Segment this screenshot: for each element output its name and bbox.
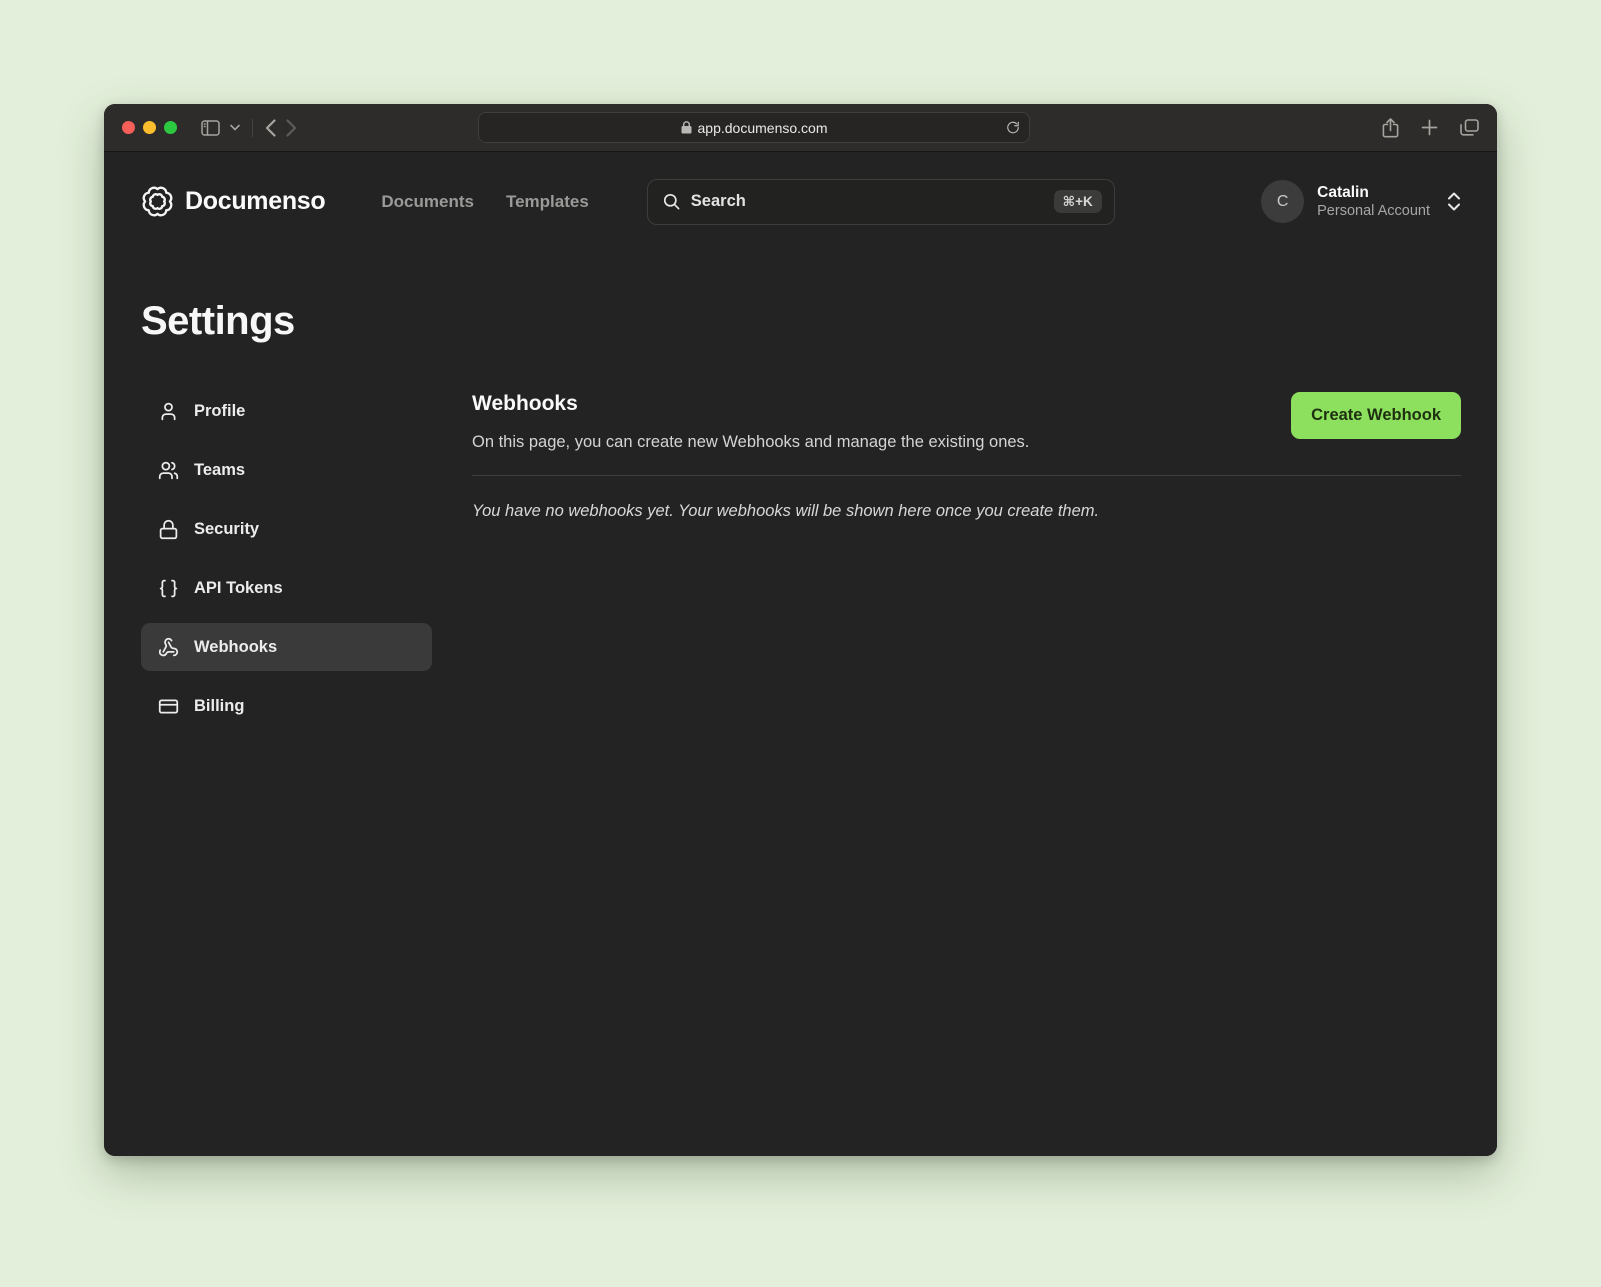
sidebar-item-label: Billing (194, 697, 244, 716)
webhooks-empty-state: You have no webhooks yet. Your webhooks … (472, 502, 1461, 521)
titlebar-right-actions (1382, 118, 1479, 138)
webhook-icon (158, 637, 179, 658)
webhooks-title: Webhooks (472, 392, 1029, 416)
sidebar-item-profile[interactable]: Profile (141, 387, 432, 435)
sidebar-item-label: Webhooks (194, 638, 277, 657)
app-header: Documenso Documents Templates ⌘+K C Cata… (141, 152, 1461, 251)
credit-card-icon (158, 696, 179, 717)
nav-templates[interactable]: Templates (506, 192, 589, 212)
sidebar-toggle-icon[interactable] (201, 120, 220, 136)
webhooks-panel: Webhooks On this page, you can create ne… (472, 387, 1461, 730)
titlebar-divider (252, 119, 253, 137)
sidebar-item-api-tokens[interactable]: API Tokens (141, 564, 432, 612)
account-menu[interactable]: C Catalin Personal Account (1261, 180, 1461, 223)
nav-documents[interactable]: Documents (381, 192, 474, 212)
address-bar[interactable]: app.documenso.com (478, 112, 1030, 143)
lock-icon (681, 121, 692, 134)
window-controls (122, 121, 177, 134)
brand-name: Documenso (185, 187, 325, 216)
search-icon (662, 192, 681, 211)
app-root: Documenso Documents Templates ⌘+K C Cata… (104, 152, 1497, 1156)
zoom-window-button[interactable] (164, 121, 177, 134)
sidebar-item-label: Profile (194, 402, 245, 421)
reload-icon[interactable] (1006, 120, 1020, 135)
url-text: app.documenso.com (698, 120, 828, 136)
search-input[interactable] (691, 192, 1044, 211)
chevrons-up-down-icon (1447, 192, 1461, 211)
user-icon (158, 401, 179, 422)
section-divider (472, 475, 1461, 476)
back-button[interactable] (265, 119, 276, 137)
account-text: Catalin Personal Account (1317, 183, 1430, 221)
webhooks-header: Webhooks On this page, you can create ne… (472, 392, 1461, 452)
search-bar[interactable]: ⌘+K (647, 179, 1115, 225)
share-icon[interactable] (1382, 118, 1399, 138)
forward-button[interactable] (286, 119, 297, 137)
lock-icon (158, 519, 179, 540)
search-shortcut-badge: ⌘+K (1054, 190, 1102, 214)
webhooks-description: On this page, you can create new Webhook… (472, 433, 1029, 452)
sidebar-item-label: Teams (194, 461, 245, 480)
braces-icon (158, 578, 179, 599)
minimize-window-button[interactable] (143, 121, 156, 134)
chevron-down-icon[interactable] (230, 124, 240, 131)
tab-overview-icon[interactable] (1460, 119, 1479, 136)
sidebar-item-label: API Tokens (194, 579, 283, 598)
browser-window: app.documenso.com (104, 104, 1497, 1156)
users-icon (158, 460, 179, 481)
settings-sidebar: Profile Teams Security (141, 387, 432, 730)
avatar: C (1261, 180, 1304, 223)
sidebar-item-webhooks[interactable]: Webhooks (141, 623, 432, 671)
webhooks-header-text: Webhooks On this page, you can create ne… (472, 392, 1029, 452)
new-tab-icon[interactable] (1421, 119, 1438, 136)
close-window-button[interactable] (122, 121, 135, 134)
main-nav: Documents Templates (381, 192, 588, 212)
sidebar-item-billing[interactable]: Billing (141, 682, 432, 730)
sidebar-item-teams[interactable]: Teams (141, 446, 432, 494)
documenso-logo-icon (141, 185, 174, 218)
account-type: Personal Account (1317, 202, 1430, 220)
sidebar-item-security[interactable]: Security (141, 505, 432, 553)
browser-titlebar: app.documenso.com (104, 104, 1497, 152)
settings-body: Profile Teams Security (141, 387, 1461, 730)
sidebar-item-label: Security (194, 520, 259, 539)
account-name: Catalin (1317, 183, 1430, 202)
brand[interactable]: Documenso (141, 185, 325, 218)
page-title: Settings (141, 299, 1461, 344)
create-webhook-button[interactable]: Create Webhook (1291, 392, 1461, 439)
